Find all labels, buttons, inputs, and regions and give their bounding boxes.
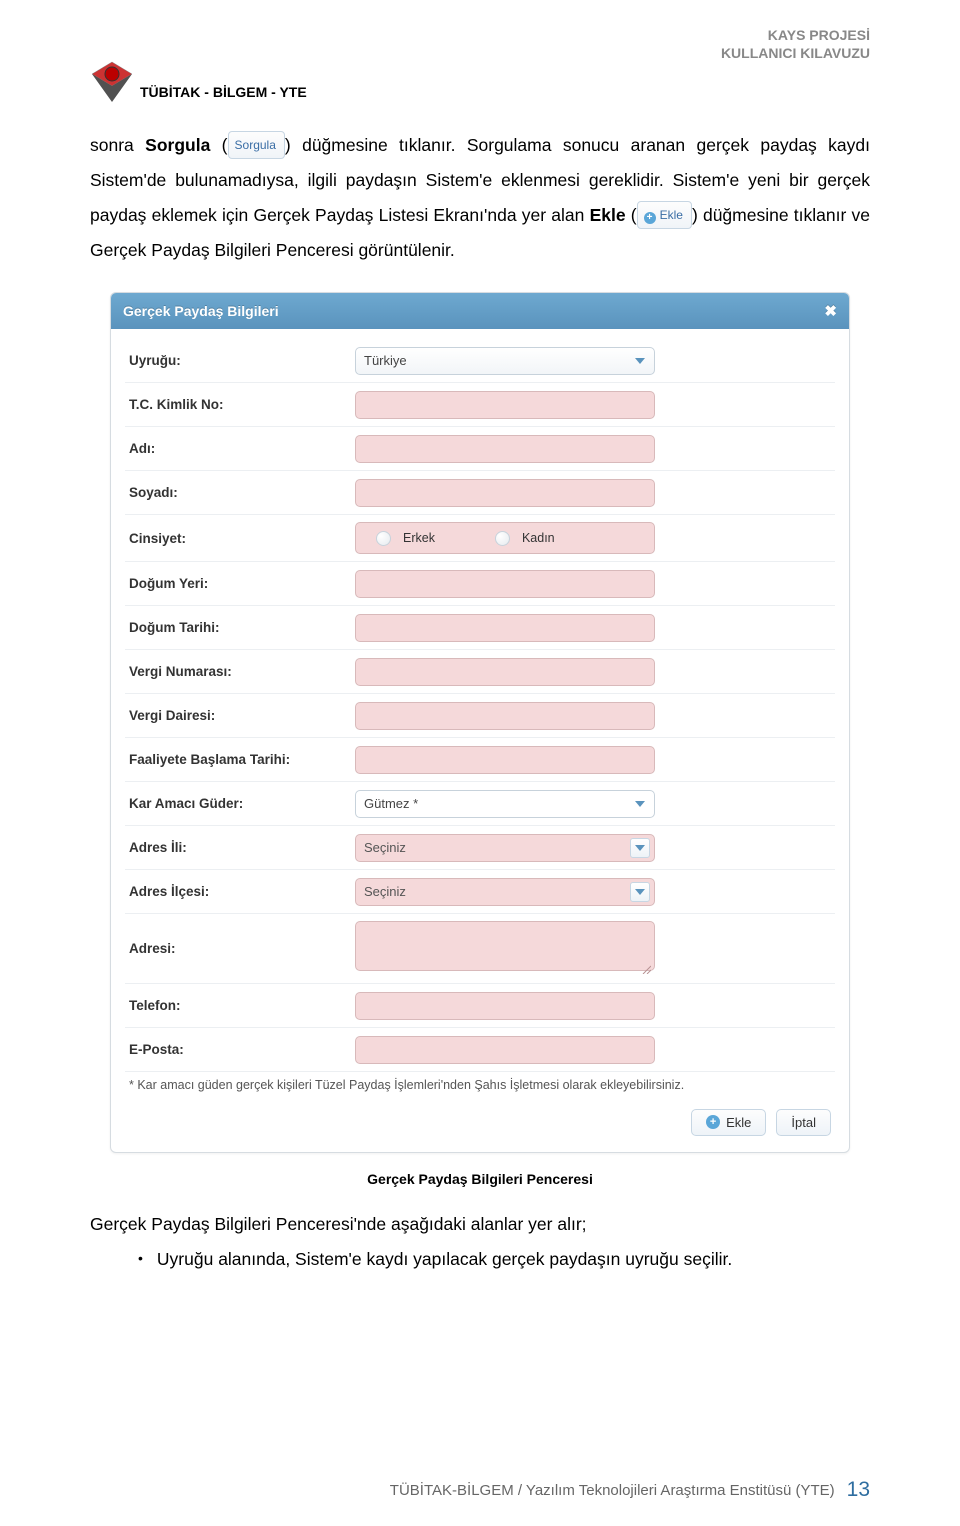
- label-faaliyet: Faaliyete Başlama Tarihi:: [125, 752, 355, 767]
- iptal-button[interactable]: İptal: [776, 1109, 831, 1136]
- figure-caption: Gerçek Paydaş Bilgileri Penceresi: [90, 1171, 870, 1187]
- input-adi[interactable]: [355, 435, 655, 463]
- label-adresi: Adresi:: [125, 941, 355, 956]
- label-karamaci: Kar Amacı Güder:: [125, 796, 355, 811]
- select-adresili[interactable]: Seçiniz: [355, 834, 655, 862]
- org-name: TÜBİTAK - BİLGEM - YTE: [140, 84, 307, 104]
- input-vergino[interactable]: [355, 658, 655, 686]
- chevron-down-icon: [630, 351, 650, 371]
- chevron-down-icon: [630, 838, 650, 858]
- label-telefon: Telefon:: [125, 998, 355, 1013]
- dialog-gercek-paydas: Gerçek Paydaş Bilgileri ✖ Uyruğu: Türkiy…: [110, 292, 850, 1153]
- label-dogumtarihi: Doğum Tarihi:: [125, 620, 355, 635]
- textarea-adresi[interactable]: [355, 921, 655, 971]
- label-adresilcesi: Adres İlçesi:: [125, 884, 355, 899]
- ekle-button-inline: +Ekle: [637, 201, 692, 229]
- label-vergidairesi: Vergi Dairesi:: [125, 708, 355, 723]
- input-eposta[interactable]: [355, 1036, 655, 1064]
- plus-icon: +: [706, 1115, 720, 1129]
- plus-icon: +: [644, 212, 656, 224]
- input-vergidairesi[interactable]: [355, 702, 655, 730]
- chevron-down-icon: [630, 882, 650, 902]
- label-uyrugu: Uyruğu:: [125, 353, 355, 368]
- select-uyrugu[interactable]: Türkiye: [355, 347, 655, 375]
- page-header: TÜBİTAK - BİLGEM - YTE KAYS PROJESİ KULL…: [90, 20, 870, 104]
- intro-paragraph: sonra Sorgula (Sorgula) düğmesine tıklan…: [90, 128, 870, 268]
- after-paragraph: Gerçek Paydaş Bilgileri Penceresi'nde aş…: [90, 1207, 870, 1242]
- label-soyadi: Soyadı:: [125, 485, 355, 500]
- radio-icon[interactable]: [495, 531, 510, 546]
- label-cinsiyet: Cinsiyet:: [125, 531, 355, 546]
- radio-icon[interactable]: [376, 531, 391, 546]
- label-adresili: Adres İli:: [125, 840, 355, 855]
- select-adresilcesi[interactable]: Seçiniz: [355, 878, 655, 906]
- input-dogumtarihi[interactable]: [355, 614, 655, 642]
- label-vergino: Vergi Numarası:: [125, 664, 355, 679]
- logo-icon: [90, 60, 134, 104]
- dialog-title: Gerçek Paydaş Bilgileri: [123, 303, 279, 319]
- close-icon[interactable]: ✖: [824, 302, 837, 320]
- input-tckimlik[interactable]: [355, 391, 655, 419]
- resize-icon: [641, 964, 651, 974]
- sorgula-button-inline: Sorgula: [228, 131, 285, 159]
- ekle-button[interactable]: + Ekle: [691, 1109, 766, 1136]
- select-karamaci[interactable]: Gütmez *: [355, 790, 655, 818]
- label-adi: Adı:: [125, 441, 355, 456]
- input-soyadi[interactable]: [355, 479, 655, 507]
- label-tckimlik: T.C. Kimlik No:: [125, 397, 355, 412]
- radio-cinsiyet[interactable]: Erkek Kadın: [355, 522, 655, 554]
- input-telefon[interactable]: [355, 992, 655, 1020]
- page-footer: TÜBİTAK-BİLGEM / Yazılım Teknolojileri A…: [90, 1478, 870, 1502]
- input-faaliyet[interactable]: [355, 746, 655, 774]
- bullet-item: • Uyruğu alanında, Sistem'e kaydı yapıla…: [138, 1242, 870, 1277]
- doc-title: KAYS PROJESİ KULLANICI KILAVUZU: [721, 26, 870, 62]
- dialog-titlebar: Gerçek Paydaş Bilgileri ✖: [111, 293, 849, 329]
- chevron-down-icon: [630, 794, 650, 814]
- input-dogumyeri[interactable]: [355, 570, 655, 598]
- label-dogumyeri: Doğum Yeri:: [125, 576, 355, 591]
- page-number: 13: [847, 1478, 870, 1502]
- label-eposta: E-Posta:: [125, 1042, 355, 1057]
- dialog-note: * Kar amacı güden gerçek kişileri Tüzel …: [125, 1072, 835, 1103]
